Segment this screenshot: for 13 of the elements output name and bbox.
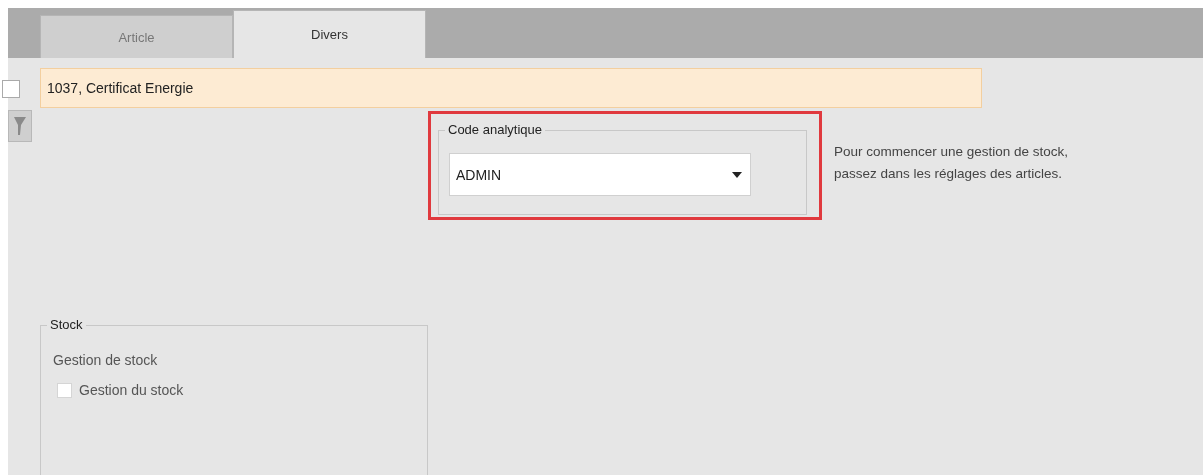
- checkbox[interactable]: [2, 80, 20, 98]
- caret-icon: [732, 171, 742, 178]
- section-label: Gestion de stock: [53, 352, 159, 368]
- filter-icon: [13, 115, 27, 137]
- checkbox[interactable]: [57, 382, 72, 398]
- group-legend: Code analytique: [445, 122, 545, 137]
- record-field[interactable]: 1037, Certificat Energie: [40, 68, 982, 108]
- tab[interactable]: Divers: [233, 10, 426, 58]
- code-dropdown[interactable]: ADMIN: [449, 153, 751, 196]
- info-text: Pour commencer une gestion de stock, passez dans les réglages des articles.: [834, 143, 1070, 183]
- filter-button[interactable]: [8, 110, 32, 142]
- group-legend: Stock: [47, 317, 86, 332]
- checkbox-label[interactable]: Gestion du stock: [57, 382, 415, 398]
